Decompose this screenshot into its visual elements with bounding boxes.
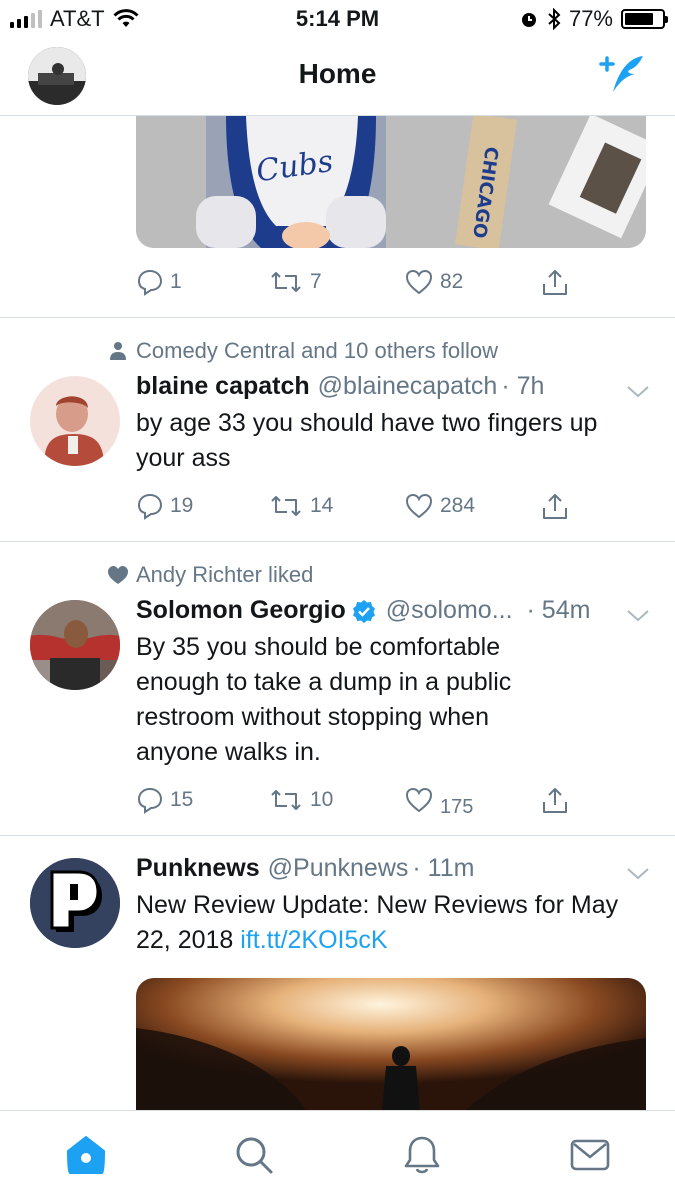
- share-button[interactable]: [540, 786, 570, 816]
- retweet-icon: [271, 790, 301, 810]
- like-button[interactable]: --- 175: [404, 786, 480, 814]
- tweet-text: New Review Update: New Reviews for May 2…: [136, 888, 636, 958]
- like-button[interactable]: 82: [404, 268, 463, 296]
- status-bar: AT&T 5:14 PM 77%: [0, 0, 675, 38]
- reply-icon: [137, 787, 163, 814]
- page-title: Home: [298, 58, 377, 89]
- reply-icon: [137, 493, 163, 520]
- heart-outline-icon: [405, 493, 433, 519]
- author-name[interactable]: Solomon Georgio: [136, 596, 346, 625]
- baby-cubs-photo: Cubs CHICAGO: [136, 116, 646, 248]
- reply-button[interactable]: 19: [136, 492, 193, 520]
- author-handle[interactable]: @solomo...: [386, 596, 513, 625]
- retweet-button[interactable]: 10: [268, 786, 333, 814]
- battery-icon: [621, 9, 668, 29]
- tab-bar: [0, 1110, 675, 1200]
- tweet-time: · 7h: [501, 372, 545, 400]
- alarm-icon: [521, 13, 536, 27]
- share-icon: [543, 270, 567, 295]
- tweet[interactable]: Comedy Central and 10 others follow blai…: [0, 318, 675, 542]
- retweet-button[interactable]: 14: [268, 492, 333, 520]
- author-handle[interactable]: @blainecapatch: [318, 372, 498, 401]
- tweet-header: Solomon Georgio @solomo... · 54m: [136, 596, 615, 625]
- heart-outline-icon: [405, 269, 433, 295]
- heart-outline-icon: [405, 787, 433, 813]
- share-button[interactable]: [540, 268, 570, 298]
- social-context-text: Comedy Central and 10 others follow: [136, 338, 498, 363]
- reply-button[interactable]: 1: [136, 268, 182, 296]
- chevron-down-icon[interactable]: [625, 866, 651, 882]
- reply-count: 1: [170, 270, 182, 293]
- chevron-down-icon[interactable]: [625, 608, 651, 624]
- avatar-image: [30, 376, 120, 466]
- reply-count: 19: [170, 494, 194, 517]
- chevron-down-icon[interactable]: [625, 384, 651, 400]
- author-name[interactable]: blaine capatch: [136, 372, 310, 401]
- person-icon: [110, 342, 126, 360]
- author-name[interactable]: Punknews: [136, 854, 260, 883]
- bluetooth-icon: [548, 8, 561, 30]
- share-icon: [543, 494, 567, 519]
- tweet-text: by age 33 you should have two fingers up…: [136, 409, 598, 472]
- like-count-old: ---: [440, 786, 461, 793]
- social-context-text: Andy Richter liked: [136, 562, 314, 587]
- status-right: 77%: [519, 6, 668, 32]
- search-icon[interactable]: [232, 1133, 276, 1177]
- like-count-animating: --- 175: [440, 786, 480, 814]
- home-icon[interactable]: [64, 1133, 108, 1177]
- like-count: 284: [440, 494, 476, 517]
- social-context: Comedy Central and 10 others follow: [100, 338, 498, 364]
- reply-icon: [137, 269, 163, 296]
- avatar-image: [30, 600, 120, 690]
- tweet-actions: 19 14 284: [136, 492, 576, 526]
- tweet-link[interactable]: ift.tt/2KOI5cK: [240, 926, 387, 954]
- notifications-icon[interactable]: [400, 1133, 444, 1177]
- retweet-button[interactable]: 7: [268, 268, 322, 296]
- author-handle[interactable]: @Punknews: [268, 854, 409, 883]
- share-icon: [543, 788, 567, 813]
- retweet-count: 10: [310, 788, 334, 811]
- author-avatar[interactable]: [30, 376, 120, 466]
- tweet-text: By 35 you should be comfortable enough t…: [136, 633, 512, 766]
- navigation-bar: Home: [0, 38, 675, 116]
- tweet[interactable]: Andy Richter liked Solomon Georgio @solo…: [0, 542, 675, 836]
- like-count: 82: [440, 270, 464, 293]
- author-avatar[interactable]: [30, 600, 120, 690]
- verified-badge-icon: [352, 599, 375, 623]
- retweet-icon: [271, 496, 301, 516]
- battery-percent: 77%: [568, 6, 613, 31]
- tweet[interactable]: Cubs CHICAGO 1 7 82: [0, 116, 675, 318]
- tweet-photo[interactable]: [136, 978, 646, 1110]
- tweet[interactable]: Punknews @Punknews · 11m New Review Upda…: [0, 836, 675, 1110]
- author-avatar[interactable]: [30, 858, 120, 948]
- timeline[interactable]: Cubs CHICAGO 1 7 82 Comedy Central and 1…: [0, 116, 675, 1110]
- social-context: Andy Richter liked: [100, 562, 313, 588]
- reply-button[interactable]: 15: [136, 786, 193, 814]
- retweet-count: 7: [310, 270, 322, 293]
- compose-tweet-icon[interactable]: [599, 52, 649, 98]
- reply-count: 15: [170, 788, 194, 811]
- tweet-time: · 11m: [412, 854, 475, 882]
- like-count: 175: [440, 796, 474, 814]
- messages-icon[interactable]: [568, 1133, 612, 1177]
- tweet-actions: 1 7 82: [136, 268, 576, 302]
- retweet-icon: [271, 272, 301, 292]
- heart-icon: [108, 566, 128, 584]
- share-button[interactable]: [540, 492, 570, 522]
- concert-crowd-photo: [136, 978, 646, 1110]
- tweet-time: · 54m: [526, 596, 591, 624]
- tweet-header: Punknews @Punknews · 11m: [136, 854, 615, 883]
- like-button[interactable]: 284: [404, 492, 475, 520]
- tweet-header: blaine capatch @blainecapatch · 7h: [136, 372, 615, 401]
- punknews-logo: [30, 858, 120, 948]
- tweet-actions: 15 10 --- 175: [136, 786, 576, 820]
- retweet-count: 14: [310, 494, 334, 517]
- tweet-photo[interactable]: Cubs CHICAGO: [136, 116, 646, 248]
